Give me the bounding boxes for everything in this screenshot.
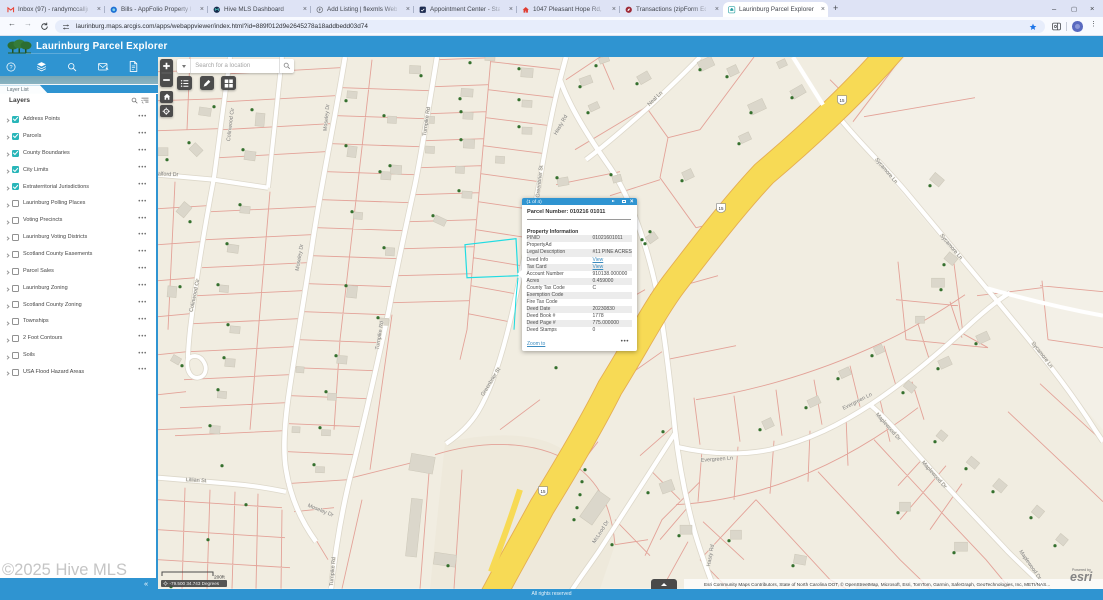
svg-text:Lillian St: Lillian St [186, 477, 207, 484]
svg-text:15: 15 [839, 98, 844, 103]
svg-text:200ft: 200ft [214, 575, 225, 581]
svg-text:?: ? [9, 65, 12, 71]
svg-text:15: 15 [718, 206, 723, 211]
svg-text:alford Dr: alford Dr [158, 172, 179, 179]
svg-text:15: 15 [541, 489, 546, 494]
